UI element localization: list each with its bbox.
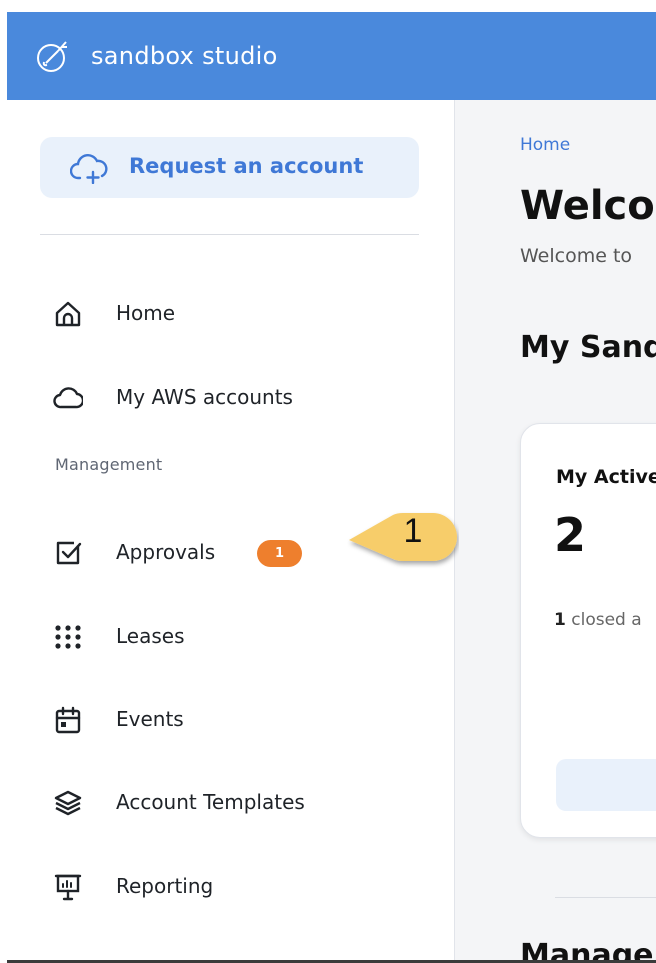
- app-window: sandbox studio Request an account Home M…: [7, 12, 656, 962]
- checkbox-icon: [56, 541, 82, 565]
- main-content: Home Welcome Welcome to My Sandbox My Ac…: [455, 100, 656, 962]
- calendar-icon: [55, 706, 81, 734]
- main-divider: [555, 897, 656, 898]
- closed-text: closed a: [565, 610, 642, 630]
- sidebar-item-label: Approvals: [116, 540, 216, 564]
- home-icon: [55, 301, 81, 327]
- breadcrumb-home[interactable]: Home: [520, 135, 570, 155]
- brand-name[interactable]: sandbox studio: [91, 42, 278, 70]
- sidebar-item-label: Home: [116, 301, 176, 325]
- my-sandbox-heading: My Sandbox: [520, 330, 656, 365]
- sidebar-item-label: Account Templates: [116, 790, 305, 814]
- management-section-label: Management: [55, 455, 163, 474]
- closed-count: 1: [554, 610, 566, 630]
- page-subtitle: Welcome to: [520, 245, 633, 267]
- closed-accounts-note: 1 closed a: [554, 610, 642, 630]
- callout-number: 1: [403, 512, 423, 550]
- request-account-button[interactable]: Request an account: [40, 137, 419, 198]
- page-title: Welcome: [520, 183, 656, 229]
- active-accounts-card: My Active 2 1 closed a: [520, 423, 656, 838]
- approvals-count-badge: 1: [257, 540, 302, 567]
- sidebar-divider: [40, 234, 419, 235]
- sidebar-item-home[interactable]: Home: [40, 291, 419, 337]
- card-title: My Active: [556, 466, 656, 488]
- dots-grid-icon: [55, 625, 81, 649]
- top-header: sandbox studio: [7, 12, 656, 100]
- sidebar-item-my-aws-accounts[interactable]: My AWS accounts: [40, 375, 419, 421]
- sidebar-item-events[interactable]: Events: [40, 697, 419, 743]
- request-account-label: Request an account: [129, 154, 364, 178]
- sidebar-item-leases[interactable]: Leases: [40, 614, 419, 660]
- sidebar-item-label: My AWS accounts: [116, 385, 293, 409]
- sidebar-item-label: Events: [116, 707, 184, 731]
- sidebar-item-label: Leases: [116, 624, 185, 648]
- cloud-plus-icon: [70, 154, 108, 184]
- sidebar-item-reporting[interactable]: Reporting: [40, 864, 419, 910]
- presentation-chart-icon: [54, 874, 82, 901]
- management-heading: Management: [520, 938, 656, 962]
- shovel-logo-icon: [37, 41, 67, 72]
- active-count: 2: [554, 508, 587, 562]
- card-action-button[interactable]: [556, 759, 656, 811]
- cloud-icon: [53, 387, 83, 409]
- sidebar-item-account-templates[interactable]: Account Templates: [40, 780, 419, 826]
- layers-icon: [54, 790, 82, 816]
- sidebar-item-label: Reporting: [116, 874, 214, 898]
